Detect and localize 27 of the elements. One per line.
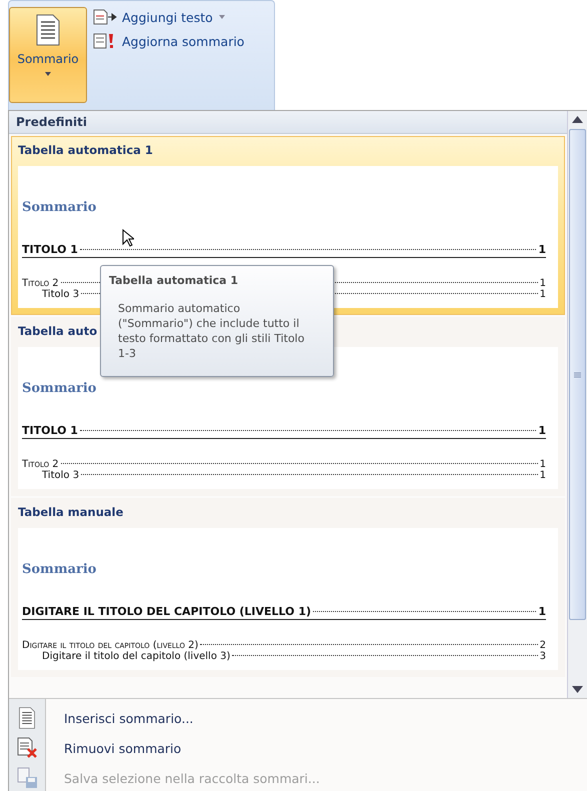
section-header: Predefiniti: [9, 111, 567, 134]
toc-entry-text: Titolo 2: [22, 459, 59, 470]
tooltip-title: Tabella automatica 1: [109, 274, 240, 287]
toc-entry-text: Digitare il titolo del capitolo (livello 3): [42, 651, 230, 662]
toc-entry-text: Titolo 3: [42, 470, 80, 481]
page-number: 1: [540, 289, 546, 300]
toc-entry-text: Digitare il titolo del capitolo (livello 2): [22, 640, 198, 651]
toc-entry-text: TITOLO 1: [22, 243, 78, 256]
page-number: 2: [540, 640, 546, 651]
gallery-item-title: Tabella automatica 1: [18, 142, 153, 159]
menu-item: Salva selezione nella raccolta sommari...: [64, 770, 320, 786]
page-number: 1: [538, 605, 546, 618]
page-number: 1: [540, 278, 546, 289]
page-number: 1: [540, 459, 546, 470]
toc-entry-text: TITOLO 1: [22, 424, 78, 437]
page-number: 3: [540, 651, 546, 662]
preview-heading: Sommario: [22, 381, 96, 396]
page-number: 1: [540, 470, 546, 481]
toc-entry-text: DIGITARE IL TITOLO DEL CAPITOLO (LIVELLO 1): [22, 605, 312, 618]
toc-entry-text: Titolo 3: [42, 289, 80, 300]
toc-entry-text: Titolo 2: [22, 278, 59, 289]
page-number: 1: [538, 424, 546, 437]
page-number: 1: [538, 243, 546, 256]
gallery-item-title: Tabella auto: [18, 323, 98, 340]
gallery-item-title: Tabella manuale: [18, 504, 124, 521]
preview-heading: Sommario: [22, 562, 96, 577]
preview-heading: Sommario: [22, 200, 96, 215]
